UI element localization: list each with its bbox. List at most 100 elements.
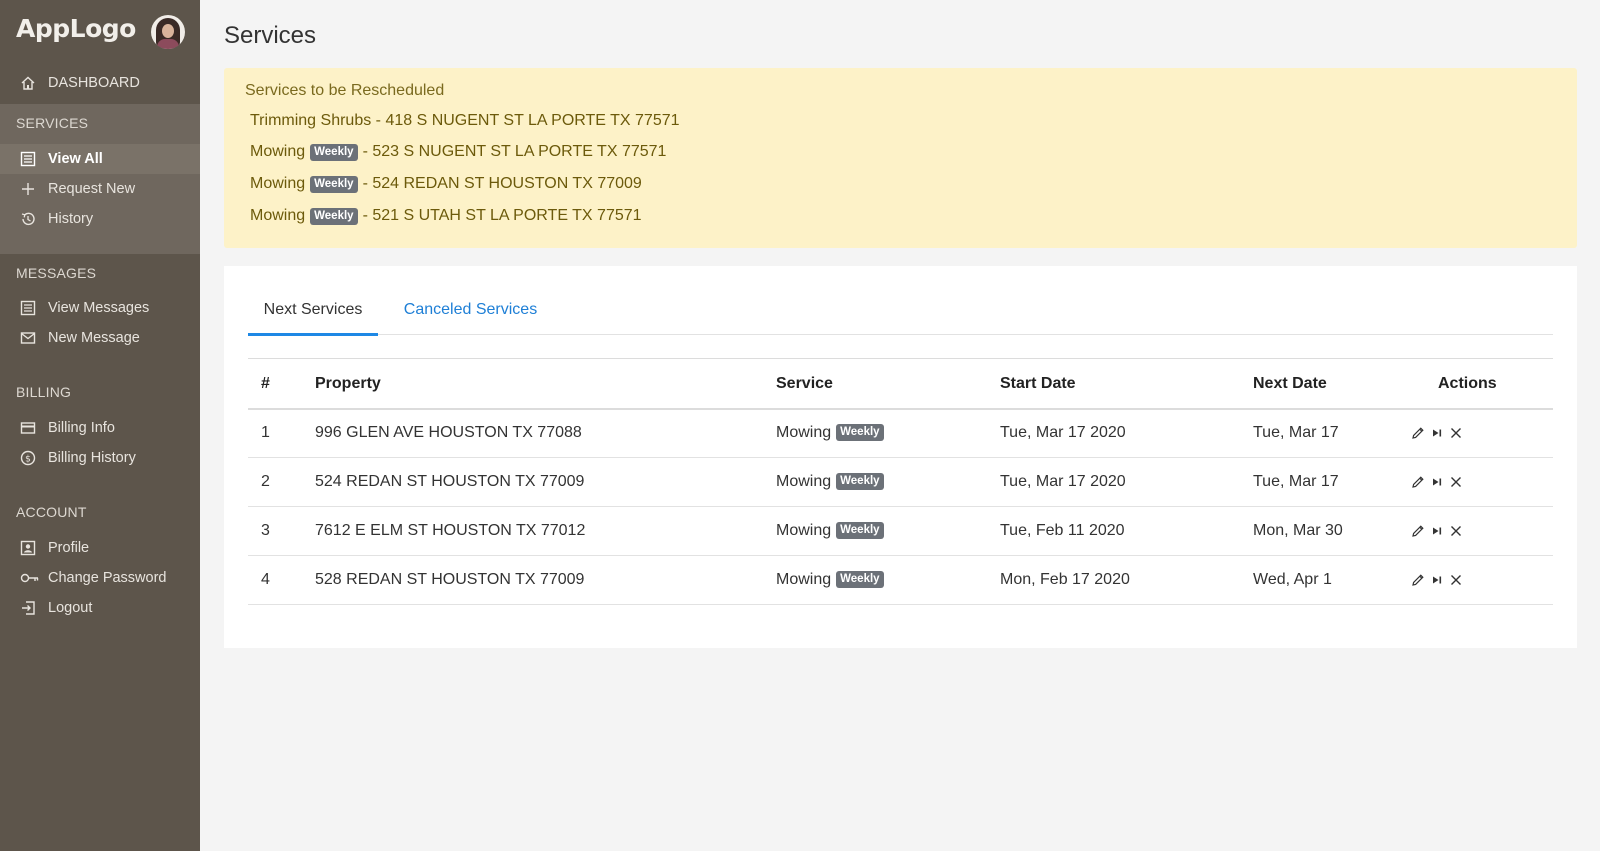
alert-item-service: Mowing (250, 207, 306, 224)
skip-icon[interactable] (1430, 573, 1444, 587)
sidebar-item-view-all[interactable]: View All (0, 144, 200, 174)
column-header-next-date: Next Date (1253, 374, 1327, 392)
sidebar-item-view-messages[interactable]: View Messages (0, 293, 200, 323)
table-header: # Property Service Start Date Next Date … (248, 358, 1553, 410)
cancel-icon[interactable] (1449, 573, 1463, 587)
tab-next-services[interactable]: Next Services (248, 286, 378, 336)
edit-icon[interactable] (1411, 573, 1425, 587)
sidebar-item-label: History (48, 211, 94, 227)
alert-heading: Services to be Rescheduled (245, 82, 445, 99)
app-logo[interactable]: AppLogo (16, 14, 136, 43)
tab-canceled-services[interactable]: Canceled Services (398, 286, 543, 334)
row-service: Mowing Weekly (776, 555, 889, 604)
sidebar-item-billing-history[interactable]: $ Billing History (0, 443, 200, 473)
alert-item: Mowing Weekly - 524 REDAN ST HOUSTON TX 77… (250, 175, 642, 193)
section-title-account: ACCOUNT (16, 504, 87, 520)
row-service-name: Mowing (776, 570, 832, 588)
home-icon (21, 76, 35, 90)
sidebar-item-change-password[interactable]: Change Password (0, 563, 200, 593)
profile-icon (20, 540, 36, 556)
row-number: 4 (261, 570, 270, 588)
reschedule-alert: Services to be Rescheduled Trimming Shru… (224, 68, 1577, 248)
sidebar-item-history[interactable]: History (0, 204, 200, 234)
frequency-badge: Weekly (836, 473, 884, 490)
alert-item-service: Trimming Shrubs (250, 112, 372, 129)
alert-item-address: 523 S NUGENT ST LA PORTE TX 77571 (372, 143, 667, 160)
table-row: 1 996 GLEN AVE HOUSTON TX 77088 Mowing Week… (248, 408, 1553, 458)
cancel-icon[interactable] (1449, 426, 1463, 440)
section-title-billing: BILLING (16, 384, 72, 400)
row-service-name: Mowing (776, 472, 832, 490)
sidebar-item-label: Billing Info (48, 420, 115, 436)
column-header-actions: Actions (1438, 374, 1497, 392)
sidebar-item-label: Billing History (48, 450, 136, 466)
alert-item: Mowing Weekly - 521 S UTAH ST LA PORTE TX … (250, 207, 642, 225)
row-number: 3 (261, 521, 270, 539)
row-service: Mowing Weekly (776, 506, 889, 555)
column-header-property: Property (315, 374, 381, 392)
alert-item-address: 418 S NUGENT ST LA PORTE TX 77571 (385, 112, 680, 129)
row-start-date: Tue, Mar 17 2020 (1000, 472, 1126, 490)
column-header-service: Service (776, 374, 833, 392)
row-service: Mowing Weekly (776, 408, 889, 457)
list-icon (20, 300, 36, 316)
alert-item-service: Mowing (250, 175, 306, 192)
sidebar-item-label: New Message (48, 330, 140, 346)
skip-icon[interactable] (1430, 426, 1444, 440)
sidebar-item-request-new[interactable]: Request New (0, 174, 200, 204)
logout-icon (22, 601, 35, 615)
row-next-date: Mon, Mar 30 (1253, 521, 1343, 539)
row-property: 996 GLEN AVE HOUSTON TX 77088 (315, 423, 582, 441)
row-service: Mowing Weekly (776, 457, 889, 506)
row-actions (1411, 555, 1463, 604)
key-icon (20, 573, 39, 583)
frequency-badge: Weekly (836, 571, 884, 588)
avatar[interactable] (151, 15, 185, 49)
sidebar-item-dashboard[interactable]: DASHBOARD (0, 68, 200, 98)
row-service-name: Mowing (776, 521, 832, 539)
row-start-date: Tue, Feb 11 2020 (1000, 521, 1125, 539)
skip-icon[interactable] (1430, 524, 1444, 538)
row-start-date: Tue, Mar 17 2020 (1000, 423, 1126, 441)
edit-icon[interactable] (1411, 475, 1425, 489)
sidebar-item-label: View Messages (48, 300, 150, 316)
sidebar-item-billing-info[interactable]: Billing Info (0, 413, 200, 443)
cancel-icon[interactable] (1449, 524, 1463, 538)
alert-item: Trimming Shrubs - 418 S NUGENT ST LA POR… (250, 112, 680, 129)
row-property: 524 REDAN ST HOUSTON TX 77009 (315, 472, 585, 490)
row-start-date: Mon, Feb 17 2020 (1000, 570, 1130, 588)
sidebar: AppLogo DASHBOARD SERVICES View All Requ… (0, 0, 200, 851)
sidebar-item-logout[interactable]: Logout (0, 593, 200, 623)
sidebar-item-label: Logout (48, 600, 93, 616)
sidebar-item-label: View All (48, 151, 103, 167)
row-next-date: Tue, Mar 17 (1253, 423, 1339, 441)
sidebar-item-label: DASHBOARD (48, 75, 140, 91)
row-next-date: Wed, Apr 1 (1253, 570, 1332, 588)
sidebar-item-profile[interactable]: Profile (0, 533, 200, 563)
row-number: 2 (261, 472, 270, 490)
cancel-icon[interactable] (1449, 475, 1463, 489)
row-property: 528 REDAN ST HOUSTON TX 77009 (315, 570, 585, 588)
frequency-badge: Weekly (836, 424, 884, 441)
section-title-messages: MESSAGES (16, 265, 97, 281)
sidebar-item-label: Change Password (48, 570, 167, 586)
column-header-number: # (261, 374, 270, 392)
edit-icon[interactable] (1411, 524, 1425, 538)
row-actions (1411, 408, 1463, 457)
sidebar-item-label: Profile (48, 540, 90, 556)
services-card: Next Services Canceled Services # Proper… (224, 266, 1577, 648)
sidebar-item-new-message[interactable]: New Message (0, 323, 200, 353)
tab-bar: Next Services Canceled Services (248, 286, 1553, 336)
alert-item-address: 521 S UTAH ST LA PORTE TX 77571 (372, 207, 642, 224)
history-icon (21, 212, 35, 226)
edit-icon[interactable] (1411, 426, 1425, 440)
row-service-name: Mowing (776, 423, 832, 441)
row-property: 7612 E ELM ST HOUSTON TX 77012 (315, 521, 586, 539)
frequency-badge: Weekly (836, 522, 884, 539)
skip-icon[interactable] (1430, 475, 1444, 489)
section-title-services: SERVICES (16, 115, 89, 131)
table-row: 4 528 REDAN ST HOUSTON TX 77009 Mowing Week… (248, 555, 1553, 605)
mail-icon (20, 332, 36, 344)
plus-icon (22, 183, 34, 195)
alert-item-address: 524 REDAN ST HOUSTON TX 77009 (372, 175, 642, 192)
